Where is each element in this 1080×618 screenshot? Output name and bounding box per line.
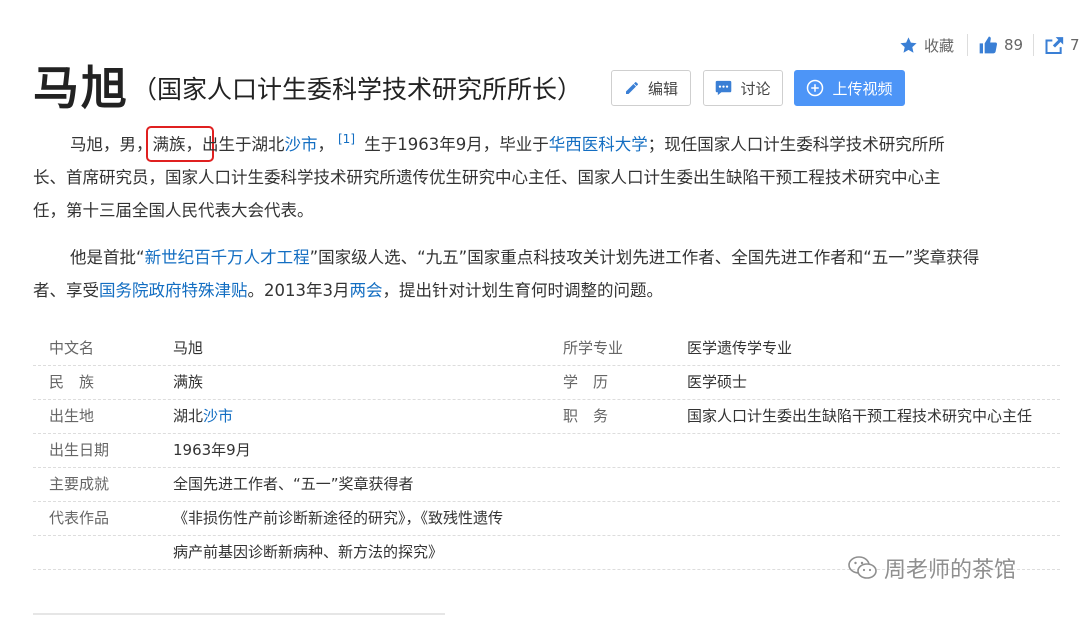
plus-circle-icon [807,79,824,97]
info-value: 医学硕士 [687,373,748,391]
watermark-text: 周老师的茶馆 [884,558,1017,583]
info-key: 出生日期 [49,441,110,459]
text: 。2013年3月 [247,281,350,300]
page-title: 马旭 [33,61,129,115]
link-shashi[interactable]: 沙市 [285,135,318,154]
info-key: 所学专业 [563,339,624,357]
info-key: 民 族 [49,373,95,391]
collect-button[interactable]: 收藏 [899,34,954,56]
share-icon [1045,36,1064,54]
link-state-council-allowance[interactable]: 国务院政府特殊津贴 [99,281,248,300]
text: ， [317,135,335,154]
info-value: 国家人口计生委出生缺陷干预工程技术研究中心主任 [687,407,1033,425]
share-button[interactable]: 7 [1044,34,1080,56]
watermark: 周老师的茶馆 [848,552,1016,584]
link-shashi[interactable]: 沙市 [203,407,233,425]
info-row: 出生地 湖北沙市 职 务 国家人口计生委出生缺陷干预工程技术研究中心主任 [33,399,1060,434]
text: 湖北 [173,407,204,425]
intro-p2-line-2: 者、享受国务院政府特殊津贴。2013年3月两会，提出针对计划生育何时调整的问题。 [33,274,663,307]
divider [967,34,968,56]
star-icon [900,36,917,53]
text: ；现任国家人口计生委科学技术研究所所 [647,135,945,154]
text: 出生于湖北 [202,135,285,154]
intro-p2-line-1: 他是首批“新世纪百千万人才工程”国家级人选、“九五”国家重点科技攻关计划先进工作… [70,241,979,274]
edit-button[interactable]: 编辑 [611,70,691,106]
text: 生于1963年9月，毕业于 [359,135,549,154]
info-key: 中文名 [49,339,95,357]
discuss-button[interactable]: 讨论 [703,70,783,106]
info-row: 中文名 马旭 所学专业 医学遗传学专业 [33,331,1060,366]
info-value: 满族 [173,373,204,391]
info-value: 病产前基因诊断新病种、新方法的探究》 [173,543,444,561]
upload-video-button[interactable]: 上传视频 [794,70,905,106]
thumbs-up-icon [979,36,998,54]
info-key: 学 历 [563,373,609,391]
text: 者、享受 [33,281,99,300]
text: 马旭，男， [70,135,153,154]
link-school[interactable]: 华西医科大学 [549,135,648,154]
info-row: 出生日期 1963年9月 [33,433,1060,468]
info-value: 1963年9月 [173,441,251,459]
pencil-icon [625,82,638,94]
link-talent-project[interactable]: 新世纪百千万人才工程 [145,248,310,267]
like-count: 89 [1004,36,1024,54]
info-value: 医学遗传学专业 [687,339,793,357]
text: 他是首批“ [70,248,145,267]
info-value: 《非损伤性产前诊断新途径的研究》，《致残性遗传 [173,509,504,527]
info-value: 湖北沙市 [173,399,233,433]
intro-line-1: 马旭，男，满族，出生于湖北沙市， [1] 生于1963年9月，毕业于华西医科大学；… [70,128,945,163]
text: ，提出针对计划生育何时调整的问题。 [382,281,664,300]
chat-bubble-icon [716,80,732,96]
info-key: 主要成就 [49,475,110,493]
info-value: 马旭 [173,339,204,357]
ethnicity-text: 满族， [152,135,203,154]
collect-label: 收藏 [924,36,955,55]
upload-video-label: 上传视频 [832,79,893,98]
link-two-sessions[interactable]: 两会 [350,281,383,300]
reference-link[interactable]: [1] [338,132,355,146]
like-button[interactable]: 89 [978,34,1023,56]
info-row: 民 族 满族 学 历 医学硕士 [33,365,1060,400]
text: ”国家级人选、“九五”国家重点科技攻关计划先进工作者、全国先进工作者和“五一”奖… [309,248,980,267]
divider [1033,34,1034,56]
info-value: 全国先进工作者、“五一”奖章获得者 [173,475,414,493]
info-key: 代表作品 [49,509,110,527]
info-row: 代表作品 《非损伤性产前诊断新途径的研究》，《致残性遗传 [33,501,1060,536]
info-key: 出生地 [49,407,95,425]
wechat-icon [848,556,877,579]
page-subtitle: （国家人口计生委科学技术研究所所长） [132,75,583,104]
divider [33,613,445,615]
intro-line-2: 长、首席研究员，国家人口计生委科学技术研究所遗传优生研究中心主任、国家人口计生委… [33,168,941,187]
share-count: 7 [1070,36,1080,54]
info-key: 职 务 [563,407,609,425]
intro-line-3: 任，第十三届全国人民代表大会代表。 [33,201,314,220]
discuss-label: 讨论 [740,79,771,98]
edit-label: 编辑 [647,79,678,98]
info-row: 主要成就 全国先进工作者、“五一”奖章获得者 [33,467,1060,502]
